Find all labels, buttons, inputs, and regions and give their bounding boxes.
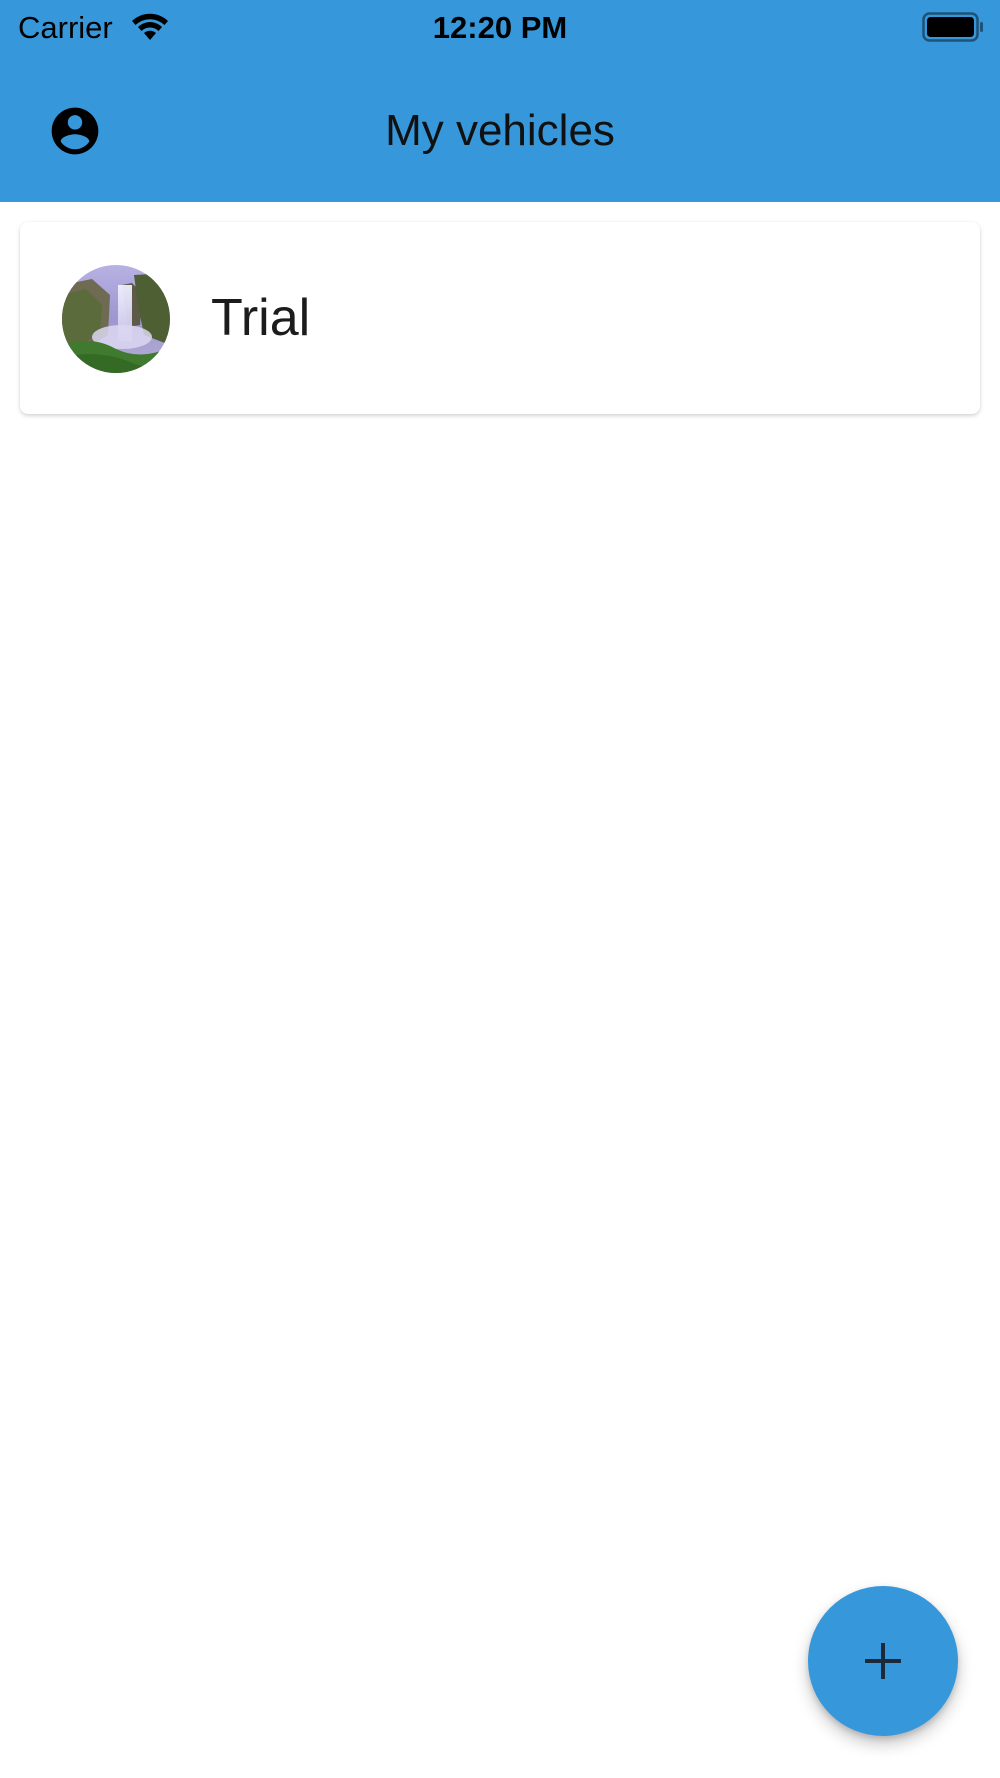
- add-vehicle-button[interactable]: [808, 1586, 958, 1736]
- toolbar: My vehicles: [0, 56, 1000, 202]
- app-bar: Carrier 12:20 PM My vehicles: [0, 0, 1000, 202]
- clock: 12:20 PM: [432, 10, 568, 45]
- vehicle-avatar: [62, 265, 170, 373]
- vehicle-list: Trial: [20, 222, 980, 414]
- battery-full-icon: [922, 12, 983, 42]
- page-title: My vehicles: [385, 106, 615, 155]
- vehicle-card[interactable]: Trial: [20, 222, 980, 414]
- status-bar: Carrier 12:20 PM: [0, 0, 1000, 56]
- vehicles-screen: Carrier 12:20 PM My vehicles Trial: [0, 0, 1000, 1778]
- plus-icon: [865, 1643, 901, 1679]
- waterfall-photo: [62, 265, 170, 373]
- vehicle-name: Trial: [211, 289, 311, 347]
